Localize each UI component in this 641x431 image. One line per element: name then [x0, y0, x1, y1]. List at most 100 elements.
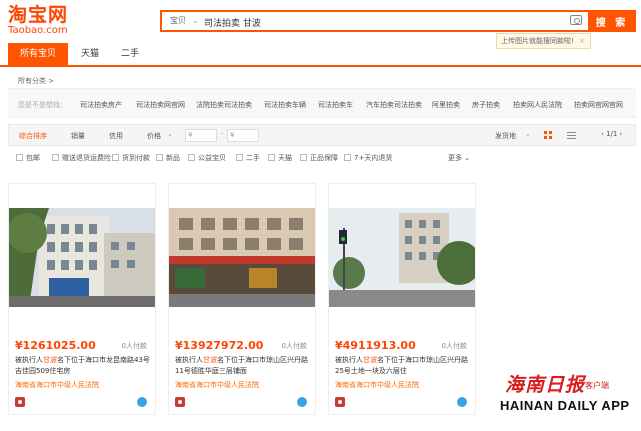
court-badge-icon [15, 397, 25, 407]
price-max-input[interactable]: ¥ [227, 129, 259, 142]
filter-checkbox[interactable]: 二手 [236, 153, 260, 163]
list-view-icon[interactable] [567, 131, 576, 140]
filter-checkbox[interactable]: 包邮 [16, 153, 40, 163]
product-title[interactable]: 被执行人甘波名下位于海口市龙昆南路43号吉佳园509住宅房 [15, 355, 153, 377]
search-tabs: 所有宝贝 天猫 二手 [0, 43, 641, 67]
breadcrumb[interactable]: 所有分类 > [18, 76, 54, 86]
product-card[interactable]: ¥4911913.00 0人付款 被执行人甘波名下位于海口市琼山区兴丹路25号土… [328, 183, 476, 415]
search-type-label: 宝贝 [170, 16, 186, 25]
next-page-icon[interactable]: › [620, 130, 623, 138]
suggestion-item[interactable]: 阿里拍卖 [432, 100, 460, 110]
title-highlight: 甘波 [203, 356, 217, 364]
shop-name[interactable]: 海南省海口市中级人民法院 [15, 380, 99, 390]
product-card[interactable]: ¥13927972.00 0人付款 被执行人甘波名下位于海口市琼山区兴丹路11号… [168, 183, 316, 415]
court-badge-icon [335, 397, 345, 407]
checkbox-icon [268, 154, 275, 161]
suggestion-item[interactable]: 房子拍卖 [472, 100, 500, 110]
sort-credit[interactable]: 信用 [109, 131, 123, 141]
suggestion-item[interactable]: 拍卖网人民法院 [513, 100, 562, 110]
search-input[interactable] [204, 14, 564, 30]
title-highlight: 甘波 [43, 356, 57, 364]
watermark-cn: 海南日报 [505, 374, 586, 396]
suggestion-item[interactable]: 司法拍卖网官网 [136, 100, 185, 110]
title-highlight: 甘波 [363, 356, 377, 364]
watermark-cn-small: 客户端 [585, 381, 609, 390]
suggestion-item[interactable]: 法院拍卖司法拍卖 [196, 100, 252, 110]
checkbox-icon [156, 154, 163, 161]
filter-label: 7+天内退货 [354, 154, 393, 162]
filter-checkbox[interactable]: 7+天内退货 [344, 153, 392, 163]
sort-price[interactable]: 价格 [147, 131, 161, 141]
tab-tmall[interactable]: 天猫 [72, 43, 108, 65]
product-title[interactable]: 被执行人甘波名下位于海口市琼山区兴丹路11号德胜华庭三层铺面 [175, 355, 313, 377]
price-min-input[interactable]: ¥ [185, 129, 217, 142]
chat-icon[interactable] [457, 397, 467, 407]
checkbox-icon [52, 154, 59, 161]
paid-count: 0人付款 [441, 342, 467, 350]
chevron-down-icon: ⌄ [192, 16, 199, 25]
chevron-down-icon: ⌄ [464, 154, 471, 162]
paid-count: 0人付款 [281, 342, 307, 350]
filter-label: 赠送退货运费险 [62, 154, 111, 162]
suggestion-item[interactable]: 司法拍卖房产 [80, 100, 122, 110]
logo-text: 淘宝网 [8, 4, 69, 26]
pager: ‹ 1/1 › [601, 130, 622, 138]
product-photo[interactable] [9, 208, 155, 307]
filter-label: 二手 [246, 154, 260, 162]
more-filters-button[interactable]: 更多 ⌄ [448, 153, 470, 163]
tab-second-hand[interactable]: 二手 [112, 43, 148, 65]
product-photo[interactable] [169, 208, 315, 307]
chat-icon[interactable] [297, 397, 307, 407]
checkbox-icon [112, 154, 119, 161]
filter-checkbox[interactable]: 正品保障 [300, 153, 338, 163]
chevron-down-icon: ⌄ [525, 130, 531, 138]
shop-name[interactable]: 海南省海口市中级人民法院 [175, 380, 259, 390]
product-price: ¥4911913.00 [335, 339, 416, 352]
product-title[interactable]: 被执行人甘波名下位于海口市琼山区兴丹路25号土地一块及六层住 [335, 355, 473, 377]
title-text: 被执行人 [175, 356, 203, 364]
suggestion-item[interactable]: 司法拍卖车 [318, 100, 353, 110]
prev-page-icon[interactable]: ‹ [601, 130, 604, 138]
watermark-en: HAINAN DAILY APP [500, 398, 630, 413]
paid-count: 0人付款 [121, 342, 147, 350]
sort-default[interactable]: 综合排序 [19, 131, 47, 141]
chat-icon[interactable] [137, 397, 147, 407]
filter-checkbox[interactable]: 天猫 [268, 153, 292, 163]
filter-label: 公益宝贝 [198, 154, 226, 162]
sort-bar: 综合排序 销量 信用 价格 ⌄ ¥ - ¥ 发货地 ⌄ ‹ 1/1 › [8, 124, 636, 146]
filter-checkbox[interactable]: 货到付款 [112, 153, 150, 163]
title-text: 被执行人 [15, 356, 43, 364]
camera-icon[interactable] [570, 15, 582, 25]
suggestion-panel: 您是不是想找: 司法拍卖房产 司法拍卖网官网 法院拍卖司法拍卖 司法拍卖车辆 司… [8, 88, 636, 118]
filter-row: 包邮 赠送退货运费险 货到付款 新品 公益宝贝 二手 天猫 正品保障 7+天内退… [8, 150, 636, 168]
search-button[interactable]: 搜 索 [588, 10, 636, 32]
filter-checkbox[interactable]: 赠送退货运费险 [52, 153, 111, 163]
product-price: ¥1261025.00 [15, 339, 96, 352]
filter-label: 新品 [166, 154, 180, 162]
tab-all-items[interactable]: 所有宝贝 [8, 43, 68, 65]
filter-checkbox[interactable]: 新品 [156, 153, 180, 163]
filter-label: 正品保障 [310, 154, 338, 162]
checkbox-icon [300, 154, 307, 161]
suggestion-item[interactable]: 拍卖网官网官网 [574, 100, 623, 110]
product-card[interactable]: ¥1261025.00 0人付款 被执行人甘波名下位于海口市龙昆南路43号吉佳园… [8, 183, 156, 415]
chevron-down-icon: ⌄ [167, 130, 173, 138]
street-photo-image [329, 208, 475, 307]
checkbox-icon [188, 154, 195, 161]
court-badge-icon [175, 397, 185, 407]
product-price: ¥13927972.00 [175, 339, 264, 352]
taobao-logo[interactable]: 淘宝网 Taobao.com [8, 5, 78, 39]
suggestion-item[interactable]: 司法拍卖车辆 [264, 100, 306, 110]
ship-from-select[interactable]: 发货地 [495, 131, 516, 141]
suggestion-item[interactable]: 汽车拍卖司法拍卖 [366, 100, 422, 110]
search-type-select[interactable]: 宝贝 ⌄ [170, 15, 199, 26]
filter-checkbox[interactable]: 公益宝贝 [188, 153, 226, 163]
grid-view-icon[interactable] [544, 131, 553, 140]
checkbox-icon [344, 154, 351, 161]
hainan-daily-watermark: 海南日报 客户端 HAINAN DAILY APP [490, 370, 640, 425]
product-photo[interactable] [329, 208, 475, 307]
sort-sales[interactable]: 销量 [71, 131, 85, 141]
checkbox-icon [16, 154, 23, 161]
shop-name[interactable]: 海南省海口市中级人民法院 [335, 380, 419, 390]
building-photo-image [9, 208, 155, 307]
